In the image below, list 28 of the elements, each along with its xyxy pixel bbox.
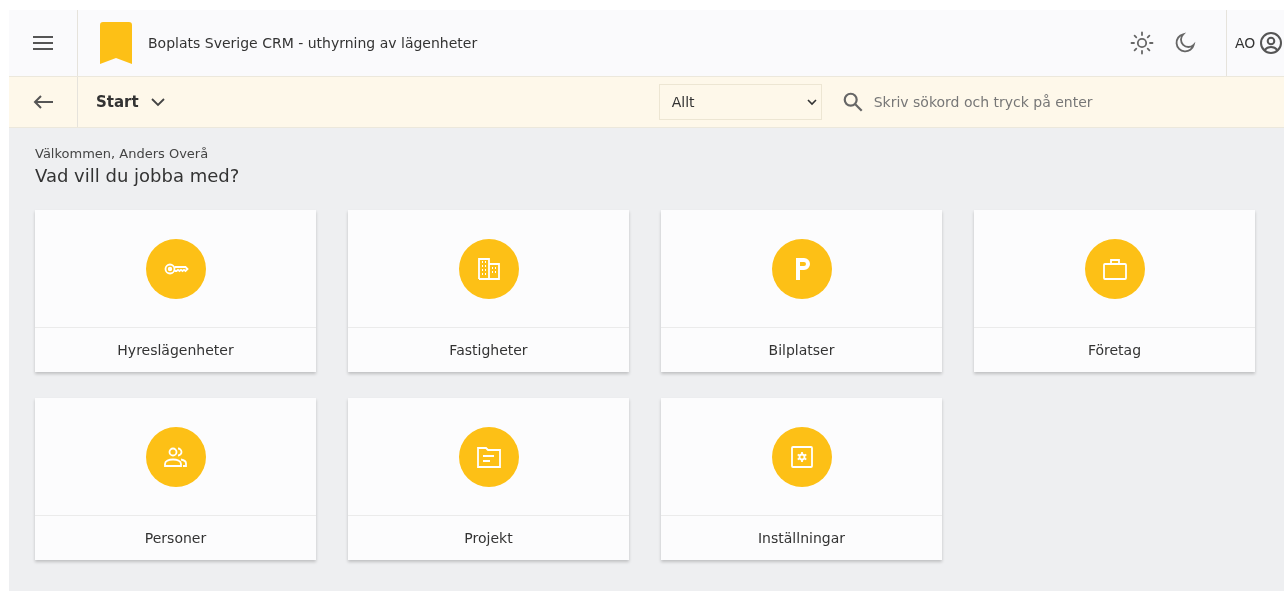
- module-tile[interactable]: Projekt: [348, 398, 629, 560]
- category-select[interactable]: Allt: [658, 84, 822, 120]
- key-icon: [145, 238, 206, 299]
- search-icon: [841, 91, 864, 113]
- user-account-icon[interactable]: [1259, 31, 1284, 55]
- parking-icon: [771, 238, 832, 299]
- module-tile[interactable]: Personer: [35, 398, 316, 560]
- folder-icon: [458, 426, 519, 487]
- dark-mode-icon[interactable]: [1174, 32, 1196, 54]
- module-tile[interactable]: Hyreslägenheter: [35, 210, 316, 372]
- module-tile[interactable]: Fastigheter: [348, 210, 629, 372]
- user-initials[interactable]: AO: [1235, 35, 1256, 51]
- app-title: Boplats Sverige CRM - uthyrning av lägenheter: [148, 35, 478, 51]
- building-icon: [458, 238, 519, 299]
- module-tile[interactable]: Bilplatser: [661, 210, 942, 372]
- bookmark-logo-icon: [100, 22, 132, 64]
- breadcrumb-dropdown[interactable]: Start: [92, 91, 169, 113]
- search-field[interactable]: Skriv sökord och tryck på enter: [871, 93, 1256, 111]
- chevron-down-icon: [806, 98, 817, 106]
- chevron-down-icon: [150, 97, 165, 107]
- settings-icon: [771, 426, 832, 487]
- briefcase-icon: [1084, 238, 1145, 299]
- people-icon: [145, 426, 206, 487]
- module-tile[interactable]: Inställningar: [661, 398, 942, 560]
- welcome-text: Välkommen, Anders Overå: [35, 146, 210, 161]
- page-heading: Vad vill du jobba med?: [35, 165, 241, 186]
- light-mode-icon[interactable]: [1130, 31, 1154, 55]
- module-tile[interactable]: Företag: [974, 210, 1255, 372]
